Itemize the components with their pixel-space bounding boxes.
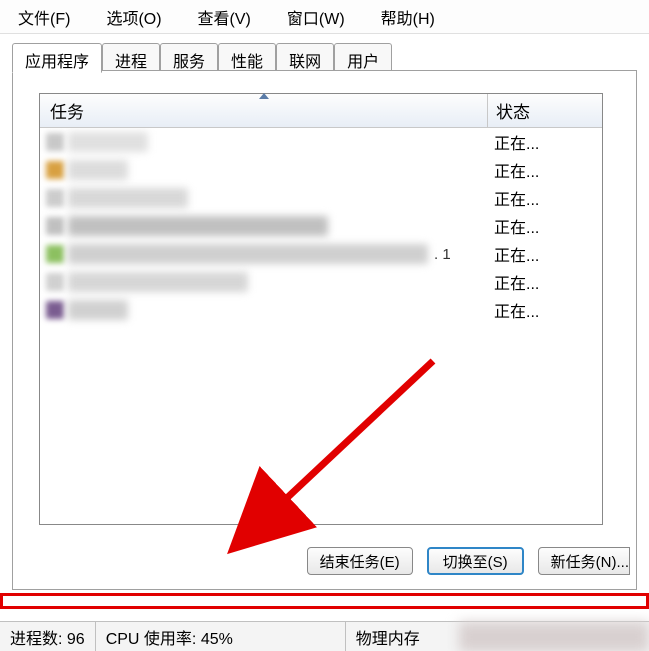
status-cell: 正在... [488, 270, 602, 294]
tab-applications[interactable]: 应用程序 [12, 43, 102, 73]
status-cell: 正在... [488, 242, 602, 266]
status-cpu-value: 45% [201, 631, 233, 648]
table-row[interactable]: 正在... [40, 212, 602, 240]
table-row[interactable]: . 1 正在... [40, 240, 602, 268]
applications-panel: 任务 状态 正在... [12, 70, 637, 590]
table-row[interactable]: 正在... [40, 184, 602, 212]
status-blur-region [459, 622, 649, 651]
column-header-task[interactable]: 任务 [40, 94, 488, 127]
status-cell: 正在... [488, 158, 602, 182]
status-bar: 进程数: 96 CPU 使用率: 45% 物理内存 [0, 621, 649, 651]
menu-view[interactable]: 查看(V) [192, 1, 257, 33]
status-cpu: CPU 使用率: 45% [96, 621, 346, 651]
table-row[interactable]: 正在... [40, 268, 602, 296]
tab-services[interactable]: 服务 [160, 43, 218, 73]
column-header-status-label: 状态 [496, 98, 530, 123]
annotation-highlight-box [0, 593, 649, 609]
status-cpu-label: CPU 使用率: [106, 631, 197, 648]
button-bar: 结束任务(E) 切换至(S) 新任务(N)... [13, 547, 636, 575]
table-row[interactable]: 正在... [40, 128, 602, 156]
status-cell: 正在... [488, 298, 602, 322]
menu-help[interactable]: 帮助(H) [375, 1, 441, 33]
status-cell: 正在... [488, 130, 602, 154]
task-cell [40, 216, 488, 236]
tab-strip: 应用程序 进程 服务 性能 联网 用户 [12, 40, 392, 72]
table-row[interactable]: 正在... [40, 156, 602, 184]
menu-window[interactable]: 窗口(W) [281, 1, 351, 33]
task-list[interactable]: 任务 状态 正在... [39, 93, 603, 525]
table-row[interactable]: 正在... [40, 296, 602, 324]
status-memory-label: 物理内存 [356, 631, 420, 648]
status-processes-value: 96 [67, 631, 85, 648]
menu-options[interactable]: 选项(O) [100, 1, 167, 33]
task-cell [40, 188, 488, 208]
status-cell: 正在... [488, 214, 602, 238]
task-cell [40, 132, 488, 152]
column-header-task-label: 任务 [50, 98, 84, 123]
list-body: 正在... 正在... 正在... [40, 128, 602, 524]
task-cell: . 1 [40, 244, 488, 264]
sort-ascending-icon [259, 93, 269, 99]
tab-processes[interactable]: 进程 [102, 43, 160, 73]
status-memory: 物理内存 [346, 621, 430, 651]
status-processes-label: 进程数: [10, 631, 62, 648]
menu-bar: 文件(F) 选项(O) 查看(V) 窗口(W) 帮助(H) [0, 0, 649, 34]
tab-users[interactable]: 用户 [334, 43, 392, 73]
task-manager-window: 文件(F) 选项(O) 查看(V) 窗口(W) 帮助(H) 应用程序 进程 服务… [0, 0, 649, 651]
task-tail-text: . 1 [434, 246, 451, 263]
end-task-button[interactable]: 结束任务(E) [307, 547, 413, 575]
new-task-button[interactable]: 新任务(N)... [538, 547, 630, 575]
menu-file[interactable]: 文件(F) [12, 1, 76, 33]
list-header: 任务 状态 [40, 94, 602, 128]
tab-networking[interactable]: 联网 [276, 43, 334, 73]
column-header-status[interactable]: 状态 [488, 94, 602, 127]
task-cell [40, 300, 488, 320]
task-cell [40, 160, 488, 180]
status-cell: 正在... [488, 186, 602, 210]
switch-to-button[interactable]: 切换至(S) [427, 547, 524, 575]
task-cell [40, 272, 488, 292]
status-processes: 进程数: 96 [0, 621, 96, 651]
tab-performance[interactable]: 性能 [218, 43, 276, 73]
